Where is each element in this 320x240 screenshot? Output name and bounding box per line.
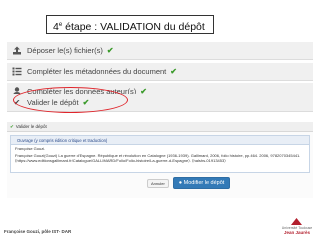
person-icon: ● bbox=[178, 180, 183, 186]
step-label: Compléter les métadonnées du document bbox=[27, 67, 167, 76]
document-card: Ouvrage (y compris édition critique et t… bbox=[10, 135, 310, 173]
edit-deposit-label: Modifier le dépôt bbox=[183, 180, 225, 186]
citation-text: Françoise Gouzi(Gouzi) La guerre d'Espag… bbox=[15, 153, 301, 163]
step-label: Déposer le(s) fichier(s) bbox=[27, 46, 103, 55]
upload-icon bbox=[12, 46, 22, 55]
logo-mark-icon bbox=[291, 218, 302, 225]
cancel-button[interactable]: Annuler bbox=[147, 178, 169, 188]
document-type: Ouvrage (y compris édition critique et t… bbox=[11, 136, 309, 145]
check-icon: ✔ bbox=[10, 123, 14, 129]
button-row: Annuler ● Modifier le dépôt bbox=[147, 177, 231, 189]
list-icon bbox=[12, 67, 22, 76]
citation-author: Françoise Gouzi. bbox=[15, 146, 46, 151]
title-text: étape : VALIDATION du dépôt bbox=[62, 21, 205, 33]
panel-header: ✔ Valider le dépôt bbox=[7, 122, 313, 132]
university-logo: Université Toulouse Jean Jaurès bbox=[280, 218, 314, 236]
highlight-oval bbox=[13, 87, 128, 113]
step-metadata[interactable]: Compléter les métadonnées du document ✔ bbox=[7, 63, 313, 81]
panel-header-label: Valider le dépôt bbox=[15, 124, 47, 129]
check-icon: ✔ bbox=[170, 67, 177, 76]
slide-title: 4e étape : VALIDATION du dépôt bbox=[46, 15, 214, 34]
slide-footer: Françoise Gouzi, pôle IST- DAR bbox=[4, 229, 72, 234]
check-icon: ✔ bbox=[106, 46, 114, 55]
step-upload-files[interactable]: Déposer le(s) fichier(s) ✔ bbox=[7, 42, 313, 60]
validation-panel: ✔ Valider le dépôt Ouvrage (y compris édi… bbox=[7, 122, 313, 198]
logo-line-2: Jean Jaurès bbox=[283, 230, 311, 235]
edit-deposit-button[interactable]: ● Modifier le dépôt bbox=[172, 177, 231, 189]
